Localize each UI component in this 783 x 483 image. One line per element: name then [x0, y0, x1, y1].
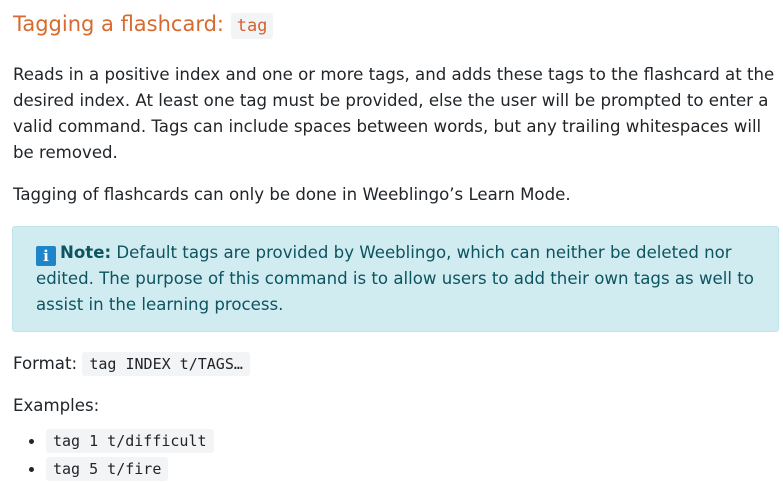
info-icon: i — [36, 246, 56, 266]
command-description: Reads in a positive index and one or mor… — [13, 65, 775, 162]
note-callout: i Note: Default tags are provided by Weeb… — [12, 226, 779, 332]
example-item: tag 1 t/difficult — [46, 427, 779, 455]
example-code: tag 1 t/difficult — [46, 429, 214, 453]
mode-restriction-text: Tagging of flashcards can only be done i… — [13, 185, 571, 204]
section-heading: Tagging a flashcard: tag — [13, 8, 779, 42]
format-label: Format: — [13, 354, 78, 373]
heading-command-code: tag — [230, 13, 274, 39]
examples-label: Examples: — [13, 396, 100, 415]
note-label: Note: — [60, 243, 112, 262]
example-item: tag 5 t/fire — [46, 455, 779, 483]
examples-list: tag 1 t/difficult tag 5 t/fire — [13, 427, 779, 483]
user-guide-section: Tagging a flashcard: tag Reads in a posi… — [0, 0, 783, 483]
format-line: Format: tag INDEX t/TAGS… — [13, 351, 779, 377]
format-command-code: tag INDEX t/TAGS… — [82, 352, 250, 376]
note-text: Default tags are provided by Weeblingo, … — [36, 243, 754, 314]
example-code: tag 5 t/fire — [46, 457, 169, 481]
heading-text: Tagging a flashcard: — [13, 12, 225, 36]
